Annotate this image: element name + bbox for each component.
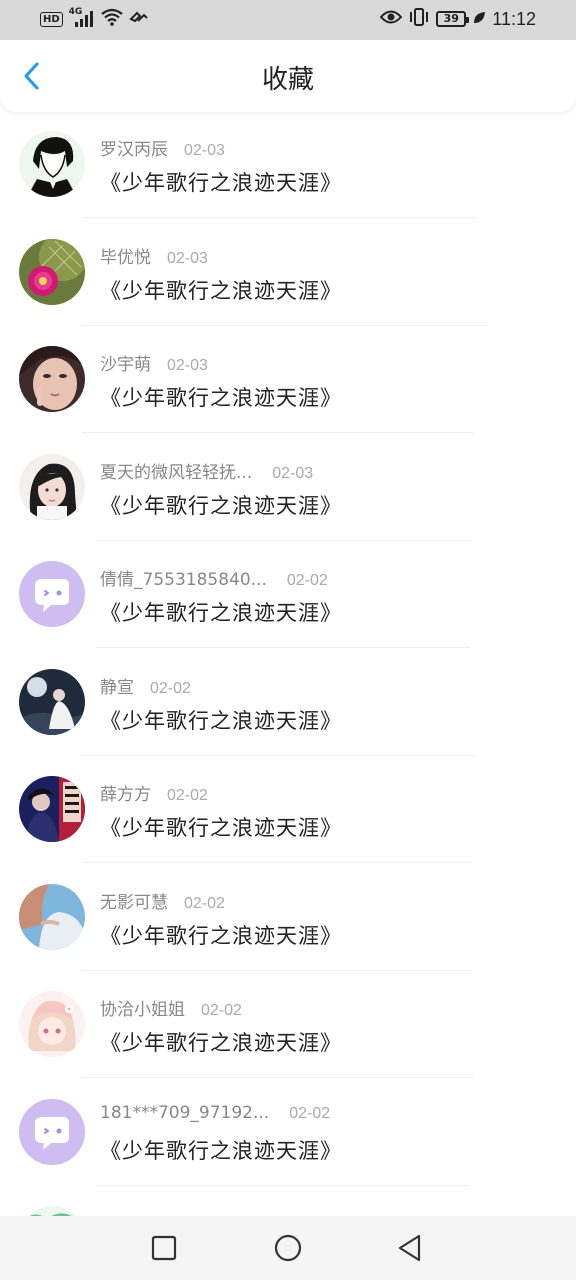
user-name: 薛方方 bbox=[100, 785, 151, 805]
user-name: 沙宇萌 bbox=[100, 355, 151, 375]
list-item[interactable]: 薛方方 02-02 《少年歌行之浪迹天涯》 bbox=[0, 758, 576, 866]
list-item[interactable]: 协洽小姐姐 02-02 《少年歌行之浪迹天涯》 bbox=[0, 973, 576, 1081]
avatar[interactable] bbox=[19, 131, 85, 197]
link-icon bbox=[128, 9, 149, 29]
wifi-icon bbox=[100, 8, 123, 30]
home-button[interactable] bbox=[272, 1232, 304, 1264]
divider bbox=[82, 217, 476, 218]
chat-bubble-icon bbox=[19, 561, 85, 627]
divider bbox=[96, 1184, 470, 1186]
list-item[interactable]: 沙宇萌 02-03 《少年歌行之浪迹天涯》 bbox=[0, 328, 576, 436]
page-title: 收藏 bbox=[261, 65, 314, 95]
timestamp: 02-02 bbox=[289, 1104, 331, 1122]
avatar[interactable] bbox=[19, 991, 85, 1057]
avatar[interactable] bbox=[19, 883, 85, 950]
item-title: 《少年歌行之浪迹天涯》 bbox=[100, 278, 342, 303]
home-icon bbox=[274, 1234, 302, 1262]
list-item[interactable] bbox=[0, 1188, 576, 1216]
vibrate-icon bbox=[408, 8, 430, 30]
battery-level: 39 bbox=[443, 12, 459, 25]
divider bbox=[82, 324, 488, 326]
item-title: 《少年歌行之浪迹天涯》 bbox=[100, 923, 342, 948]
clock: 11:12 bbox=[492, 8, 536, 29]
list-item[interactable]: 无影可慧 02-02 《少年歌行之浪迹天涯》 bbox=[0, 866, 576, 974]
divider bbox=[96, 647, 470, 648]
header-bar: 收藏 bbox=[0, 40, 576, 112]
avatar[interactable] bbox=[19, 776, 85, 842]
divider bbox=[82, 432, 474, 433]
item-title: 《少年歌行之浪迹天涯》 bbox=[100, 386, 342, 410]
status-bar: HD 4G 39 11:12 bbox=[0, 0, 576, 40]
list-item[interactable]: 夏天的微风轻轻抚... 02-03 《少年歌行之浪迹天涯》 bbox=[0, 436, 576, 544]
divider bbox=[96, 539, 470, 541]
list-item[interactable]: 毕优悦 02-03 《少年歌行之浪迹天涯》 bbox=[0, 221, 576, 329]
user-name: 倩倩_7553185840... bbox=[100, 570, 267, 590]
divider bbox=[82, 1077, 474, 1078]
avatar[interactable] bbox=[19, 1206, 85, 1216]
item-title: 《少年歌行之浪迹天涯》 bbox=[100, 708, 342, 733]
avatar[interactable] bbox=[19, 1098, 85, 1165]
item-title: 《少年歌行之浪迹天涯》 bbox=[100, 171, 342, 195]
user-name: 静宣 bbox=[100, 677, 134, 698]
hd-badge: HD bbox=[40, 11, 63, 27]
divider bbox=[82, 969, 472, 971]
timestamp: 02-03 bbox=[167, 357, 208, 374]
item-title: 《少年歌行之浪迹天涯》 bbox=[100, 493, 342, 518]
system-nav-bar bbox=[0, 1216, 576, 1280]
signal-icon: 4G bbox=[69, 7, 95, 28]
list-item[interactable]: 静宣 02-02 《少年歌行之浪迹天涯》 bbox=[0, 651, 576, 759]
item-title: 《少年歌行之浪迹天涯》 bbox=[100, 816, 342, 840]
item-title: 《少年歌行之浪迹天涯》 bbox=[100, 601, 342, 625]
user-name: 毕优悦 bbox=[100, 247, 151, 268]
timestamp: 02-02 bbox=[150, 679, 191, 697]
list-item[interactable]: 倩倩_7553185840... 02-02 《少年歌行之浪迹天涯》 bbox=[0, 543, 576, 651]
timestamp: 02-02 bbox=[184, 894, 225, 912]
divider bbox=[82, 862, 472, 863]
divider bbox=[82, 754, 474, 756]
list-item[interactable]: 181***709_97192... 02-02 《少年歌行之浪迹天涯》 bbox=[0, 1081, 576, 1189]
back-triangle-icon bbox=[398, 1234, 421, 1262]
timestamp: 02-03 bbox=[272, 464, 314, 482]
user-name: 无影可慧 bbox=[100, 892, 168, 913]
timestamp: 02-02 bbox=[201, 1002, 242, 1019]
timestamp: 02-02 bbox=[286, 572, 328, 589]
user-name: 罗汉丙辰 bbox=[100, 140, 168, 160]
recent-apps-button[interactable] bbox=[148, 1232, 180, 1264]
timestamp: 02-02 bbox=[167, 787, 208, 804]
user-name: 夏天的微风轻轻抚... bbox=[100, 462, 253, 483]
recent-apps-icon bbox=[151, 1235, 177, 1261]
item-title: 《少年歌行之浪迹天涯》 bbox=[100, 1031, 342, 1055]
avatar[interactable] bbox=[19, 346, 85, 412]
favorites-list: 罗汉丙辰 02-03 《少年歌行之浪迹天涯》 毕优悦 02-03 《少年歌行之浪… bbox=[0, 113, 576, 1216]
back-nav-button[interactable] bbox=[394, 1232, 426, 1264]
item-title: 《少年歌行之浪迹天涯》 bbox=[100, 1138, 342, 1163]
eye-icon bbox=[379, 9, 403, 29]
timestamp: 02-03 bbox=[184, 142, 225, 159]
leaf-icon bbox=[472, 10, 486, 29]
avatar[interactable] bbox=[19, 668, 85, 735]
avatar[interactable] bbox=[19, 561, 85, 627]
user-name: 协洽小姐姐 bbox=[100, 1000, 185, 1020]
avatar[interactable] bbox=[19, 238, 85, 305]
timestamp: 02-03 bbox=[167, 249, 208, 267]
battery-icon: 39 bbox=[436, 11, 470, 27]
user-name: 181***709_97192... bbox=[100, 1102, 270, 1123]
list-item[interactable]: 罗汉丙辰 02-03 《少年歌行之浪迹天涯》 bbox=[0, 113, 576, 221]
chat-bubble-icon bbox=[19, 1098, 85, 1165]
avatar[interactable] bbox=[19, 453, 85, 520]
